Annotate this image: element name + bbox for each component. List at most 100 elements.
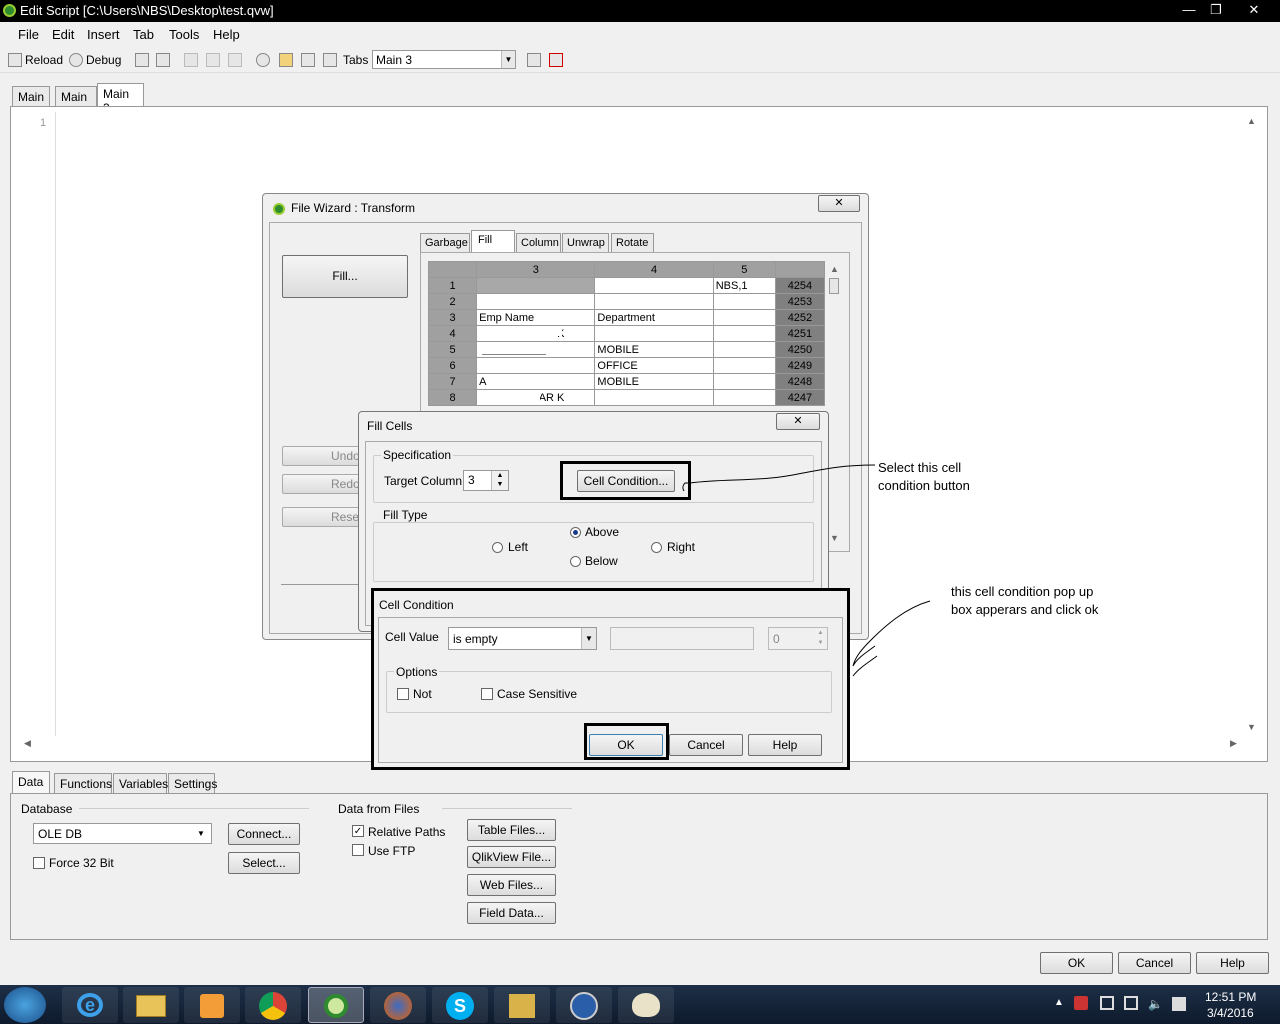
close-icon[interactable]: ✕ xyxy=(818,195,860,212)
scroll-down-icon[interactable]: ▼ xyxy=(830,533,839,543)
scroll-left-icon[interactable]: ◀ xyxy=(24,738,31,749)
ok-button[interactable]: OK xyxy=(1040,952,1113,974)
internet-explorer-icon[interactable]: e xyxy=(62,987,118,1023)
tab-data[interactable]: Data xyxy=(12,771,50,794)
menu-help[interactable]: Help xyxy=(213,27,240,42)
table-files-button[interactable]: Table Files... xyxy=(467,819,556,841)
field-data-button[interactable]: Field Data... xyxy=(467,902,556,924)
tab-select-dropdown[interactable]: Main 3 ▼ xyxy=(372,50,516,69)
reload-button[interactable]: Reload xyxy=(25,53,63,67)
scroll-thumb[interactable] xyxy=(829,278,839,294)
column-header[interactable]: 5 xyxy=(712,261,776,278)
column-header[interactable]: 4 xyxy=(594,261,714,278)
minimize-icon[interactable]: — xyxy=(1176,1,1202,19)
radio-below[interactable] xyxy=(570,556,581,567)
stepper-arrows-icon[interactable]: ▲ ▼ xyxy=(814,628,827,649)
tools-icon[interactable] xyxy=(494,987,550,1023)
relative-paths-checkbox[interactable]: ✓ xyxy=(352,825,364,837)
fill-button[interactable]: Fill... xyxy=(282,255,408,298)
cancel-button[interactable]: Cancel xyxy=(669,734,743,756)
help-button[interactable]: Help xyxy=(748,734,822,756)
debug-button[interactable]: Debug xyxy=(86,53,121,67)
select-button[interactable]: Select... xyxy=(228,852,300,874)
force-32-bit-checkbox[interactable] xyxy=(33,857,45,869)
help-button[interactable]: Help xyxy=(1196,952,1269,974)
menu-file[interactable]: File xyxy=(18,27,39,42)
grid-scrollbar[interactable] xyxy=(827,262,841,547)
tab-rotate[interactable]: Rotate xyxy=(611,233,654,252)
redo-button[interactable]: Redo xyxy=(282,474,360,494)
radio-left[interactable] xyxy=(492,542,503,553)
scroll-right-icon[interactable]: ▶ xyxy=(1230,738,1237,749)
tab-icon[interactable] xyxy=(323,53,337,67)
scroll-up-icon[interactable]: ▲ xyxy=(1247,116,1256,126)
clock-time[interactable]: 12:51 PM xyxy=(1205,990,1256,1004)
tab-settings[interactable]: Settings xyxy=(168,773,217,793)
value-input[interactable] xyxy=(610,627,754,650)
close-icon[interactable]: ✕ xyxy=(776,413,820,430)
chevron-down-icon[interactable]: ▼ xyxy=(197,824,205,843)
cancel-button[interactable]: Cancel xyxy=(1118,952,1191,974)
show-hidden-icons-icon[interactable]: ▲ xyxy=(1054,997,1064,1008)
connect-button[interactable]: Connect... xyxy=(228,823,300,845)
tab-garbage[interactable]: Garbage xyxy=(420,233,470,252)
chrome-icon[interactable] xyxy=(245,987,301,1023)
action-center-icon[interactable] xyxy=(1074,996,1088,1010)
case-sensitive-checkbox[interactable] xyxy=(481,688,493,700)
column-header[interactable]: 3 xyxy=(476,261,596,278)
skype-icon[interactable]: S xyxy=(432,987,488,1023)
back-icon[interactable] xyxy=(301,53,315,67)
use-ftp-checkbox[interactable] xyxy=(352,844,364,856)
menu-tab[interactable]: Tab xyxy=(133,27,154,42)
tab-main-3[interactable]: Main 3 xyxy=(97,83,144,115)
radio-right[interactable] xyxy=(651,542,662,553)
menu-tools[interactable]: Tools xyxy=(169,27,199,42)
tab-main[interactable]: Main xyxy=(12,86,50,106)
flag-icon[interactable] xyxy=(1172,997,1186,1011)
copy-icon[interactable] xyxy=(206,53,220,67)
menu-insert[interactable]: Insert xyxy=(87,27,120,42)
open-folder-icon[interactable] xyxy=(279,53,293,67)
volume-icon[interactable]: 🔈 xyxy=(1148,997,1163,1011)
media-player-icon[interactable] xyxy=(184,987,240,1023)
paste-icon[interactable] xyxy=(228,53,242,67)
scroll-up-icon[interactable]: ▲ xyxy=(830,264,839,274)
tab-unwrap[interactable]: Unwrap xyxy=(562,233,609,252)
chevron-down-icon[interactable]: ▼ xyxy=(581,628,596,649)
media-center-icon[interactable] xyxy=(556,987,612,1023)
save-icon[interactable] xyxy=(135,53,149,67)
maximize-icon[interactable]: ❐ xyxy=(1203,1,1229,19)
start-button-icon[interactable] xyxy=(4,987,46,1023)
paint-icon[interactable] xyxy=(618,987,674,1023)
qlikview-taskbar-icon[interactable] xyxy=(308,987,364,1023)
qlikview-file-button[interactable]: QlikView File... xyxy=(467,846,556,868)
web-files-button[interactable]: Web Files... xyxy=(467,874,556,896)
tab-variables[interactable]: Variables xyxy=(113,773,168,793)
database-dropdown[interactable]: OLE DB xyxy=(33,823,212,844)
clock-date[interactable]: 3/4/2016 xyxy=(1207,1006,1254,1020)
undo-button[interactable]: Undo xyxy=(282,446,360,466)
reload-icon xyxy=(8,53,22,67)
tab-fill[interactable]: Fill xyxy=(471,230,515,253)
menu-edit[interactable]: Edit xyxy=(52,27,74,42)
indent-icon[interactable] xyxy=(527,53,541,67)
reset-button[interactable]: Reset xyxy=(282,507,362,527)
close-icon[interactable]: ✕ xyxy=(1240,1,1268,19)
not-checkbox[interactable] xyxy=(397,688,409,700)
tab-column[interactable]: Column xyxy=(516,233,561,252)
cut-icon[interactable] xyxy=(184,53,198,67)
scroll-down-icon[interactable]: ▼ xyxy=(1247,722,1256,732)
tab-main-2[interactable]: Main 2 xyxy=(55,86,97,118)
radio-above[interactable] xyxy=(570,527,581,538)
syntax-check-icon[interactable] xyxy=(549,53,563,67)
device-icon[interactable] xyxy=(1100,996,1114,1010)
chevron-down-icon[interactable]: ▼ xyxy=(501,51,515,68)
tab-functions[interactable]: Functions xyxy=(54,773,112,793)
file-explorer-icon[interactable] xyxy=(123,987,179,1023)
print-icon[interactable] xyxy=(156,53,170,67)
find-icon[interactable] xyxy=(256,53,270,67)
network-icon[interactable] xyxy=(1124,996,1138,1010)
cell-value-dropdown[interactable]: is empty xyxy=(448,627,597,650)
stepper-arrows-icon[interactable]: ▲ ▼ xyxy=(491,471,508,490)
firefox-icon[interactable] xyxy=(370,987,426,1023)
